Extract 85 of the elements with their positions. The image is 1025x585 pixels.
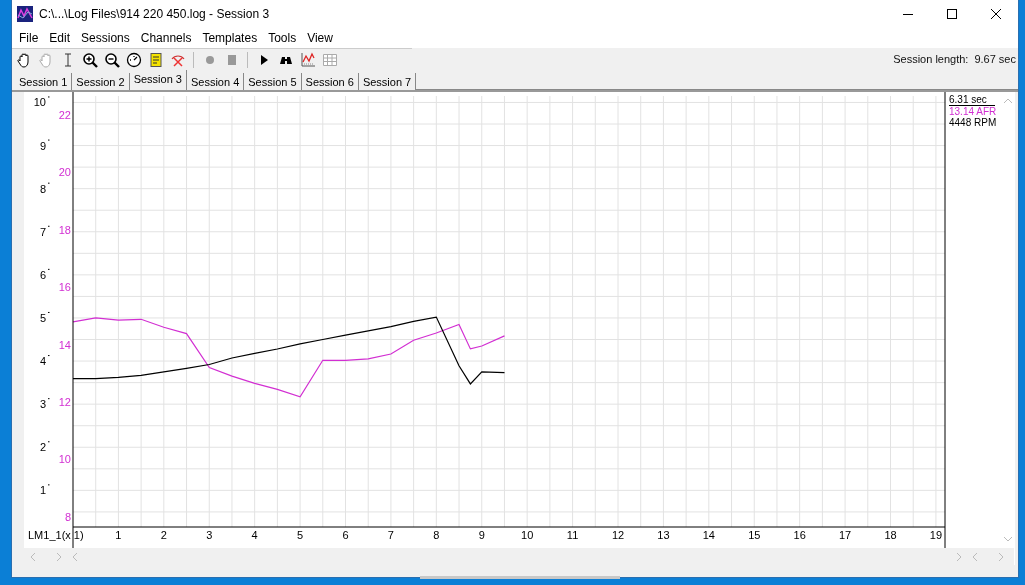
hand-icon bbox=[15, 51, 32, 68]
scroll-down-icon[interactable] bbox=[1002, 536, 1013, 542]
zoom-in-icon bbox=[81, 51, 98, 68]
x-tick-label: 9 bbox=[478, 529, 485, 541]
menu-item[interactable]: Sessions bbox=[76, 31, 136, 45]
scroll-right-icon[interactable] bbox=[998, 551, 1004, 562]
zoom-out-icon bbox=[103, 51, 120, 68]
y-tick-label: 8 bbox=[39, 182, 46, 195]
notepad-tool[interactable] bbox=[147, 50, 164, 69]
y-tick-label: 5 bbox=[39, 311, 50, 324]
close-icon bbox=[991, 9, 1001, 19]
y-tick-label: 1 bbox=[39, 484, 50, 497]
y-tick-label: 2 bbox=[39, 441, 50, 454]
x-tick-label: 7 bbox=[387, 529, 394, 541]
y-tick-label: 3 bbox=[39, 398, 46, 411]
scroll-left-icon[interactable] bbox=[30, 551, 36, 562]
x-tick-label: 15 bbox=[748, 529, 761, 541]
cursor-value: 13.14 AFR bbox=[949, 106, 998, 117]
menu-item[interactable]: Tools bbox=[263, 31, 303, 45]
y-tick-label: 5 bbox=[39, 311, 46, 324]
y-tick-label: 6 bbox=[39, 268, 50, 281]
window-title: C:\...\Log Files\914 220 450.log - Session 3 bbox=[39, 7, 270, 21]
x-tick-label: 17 bbox=[838, 529, 852, 541]
scroll-left-icon[interactable] bbox=[972, 551, 978, 562]
x-tick-label: 16 bbox=[793, 529, 806, 541]
x-tick-label: 3 bbox=[206, 529, 213, 541]
x-tick-label: 4 bbox=[251, 529, 258, 541]
y-tick-label: 20 bbox=[58, 166, 71, 179]
y-tick-label: 4 bbox=[39, 355, 46, 368]
scroll-right-icon[interactable] bbox=[56, 551, 62, 562]
chart-tool[interactable] bbox=[299, 50, 316, 69]
session-length-label: Session length: bbox=[893, 53, 969, 65]
scroll-up-icon[interactable] bbox=[1002, 98, 1013, 104]
hand-icon bbox=[37, 51, 54, 68]
x-tick-label: 19 bbox=[929, 529, 943, 541]
menu-item[interactable]: Templates bbox=[197, 31, 264, 45]
y-tick-label: 3 bbox=[39, 398, 50, 411]
x-tick-label: 13 bbox=[657, 529, 670, 541]
chart-icon bbox=[299, 51, 316, 68]
x-tick-label: 8 bbox=[433, 529, 440, 541]
cursor-time: 6.31 sec bbox=[949, 94, 995, 106]
y-tick-label: 7 bbox=[39, 225, 50, 238]
session-length-value: 9.67 sec bbox=[974, 53, 1016, 65]
y-tick-label: 12 bbox=[58, 396, 71, 408]
y-tick-label: 8 bbox=[39, 182, 50, 195]
x-tick-label: 2 bbox=[160, 529, 167, 541]
y-tick-label: 6 bbox=[39, 268, 46, 281]
x-tick-label: 18 bbox=[884, 529, 897, 541]
x-tick-label: 11 bbox=[566, 529, 579, 541]
y-tick-label: 16 bbox=[58, 281, 71, 294]
y-tick-label: 4 bbox=[39, 355, 50, 368]
y-tick-label: 8 bbox=[64, 510, 71, 523]
app-icon bbox=[17, 6, 33, 22]
cursor-value: 4448 RPM bbox=[949, 117, 998, 128]
axis-label: LM1_1(x 1) bbox=[28, 529, 84, 541]
y-tick-label: 2 bbox=[39, 441, 46, 454]
menu-item[interactable]: View bbox=[302, 31, 339, 45]
y-tick-label: 1 bbox=[39, 484, 46, 497]
x-tick-label: 10 bbox=[521, 529, 534, 541]
gauge-icon bbox=[125, 51, 142, 68]
zoom-in-tool[interactable] bbox=[81, 50, 98, 69]
x-tick-label: 14 bbox=[702, 529, 715, 541]
y-tick-label: 22 bbox=[58, 108, 71, 121]
x-tick-label: 12 bbox=[611, 529, 625, 541]
notepad-icon bbox=[147, 51, 164, 68]
x-tick-label: 6 bbox=[342, 529, 349, 541]
x-tick-label: 1 bbox=[115, 529, 122, 541]
menu-item[interactable]: Edit bbox=[44, 31, 77, 45]
y-tick-label: 10 bbox=[33, 96, 46, 109]
x-tick-label: 5 bbox=[297, 529, 304, 541]
scroll-right-icon[interactable] bbox=[956, 551, 962, 562]
grid-icon bbox=[321, 51, 338, 68]
y-tick-label: 9 bbox=[39, 139, 50, 152]
y-tick-label: 18 bbox=[58, 223, 71, 236]
menu-item[interactable]: File bbox=[14, 31, 45, 45]
maximize-icon bbox=[947, 9, 957, 19]
menu-item[interactable]: Channels bbox=[135, 31, 198, 45]
zoom-out-tool[interactable] bbox=[103, 50, 120, 69]
scroll-left-icon[interactable] bbox=[72, 551, 78, 562]
y-tick-label: 14 bbox=[58, 338, 71, 351]
y-tick-label: 9 bbox=[39, 139, 46, 152]
y-tick-label: 7 bbox=[39, 225, 46, 238]
y-tick-label: 10 bbox=[58, 453, 71, 466]
gauge-tool[interactable] bbox=[125, 50, 142, 69]
y-tick-label: 10 bbox=[33, 96, 50, 109]
